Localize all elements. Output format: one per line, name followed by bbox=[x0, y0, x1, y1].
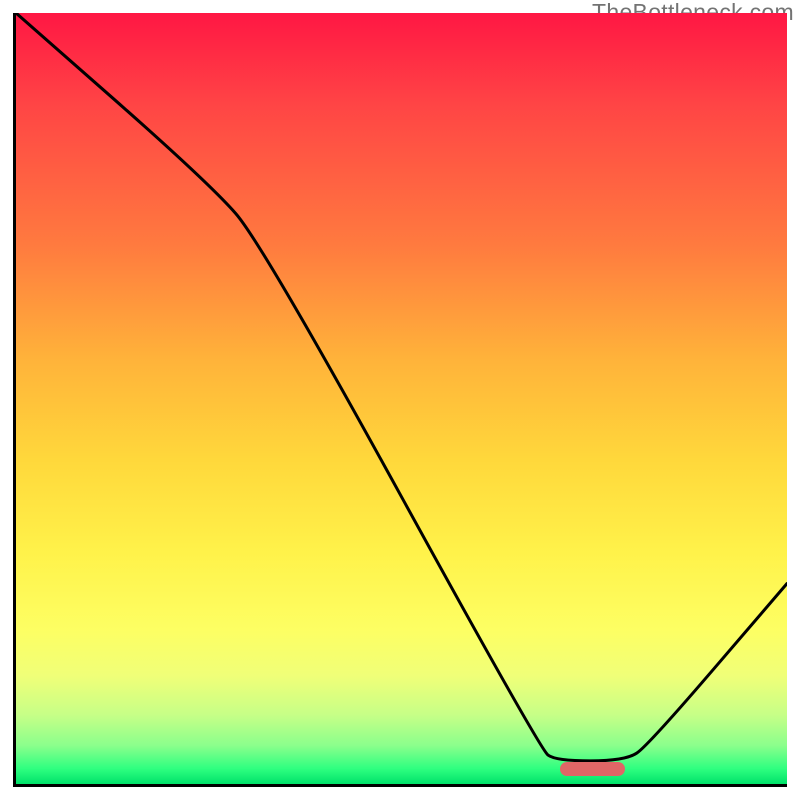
line-plot bbox=[16, 13, 787, 784]
chart-stage: TheBottleneck.com bbox=[0, 0, 800, 800]
curve-path bbox=[16, 13, 787, 761]
plot-frame bbox=[13, 13, 787, 787]
highlight-marker bbox=[560, 762, 626, 776]
